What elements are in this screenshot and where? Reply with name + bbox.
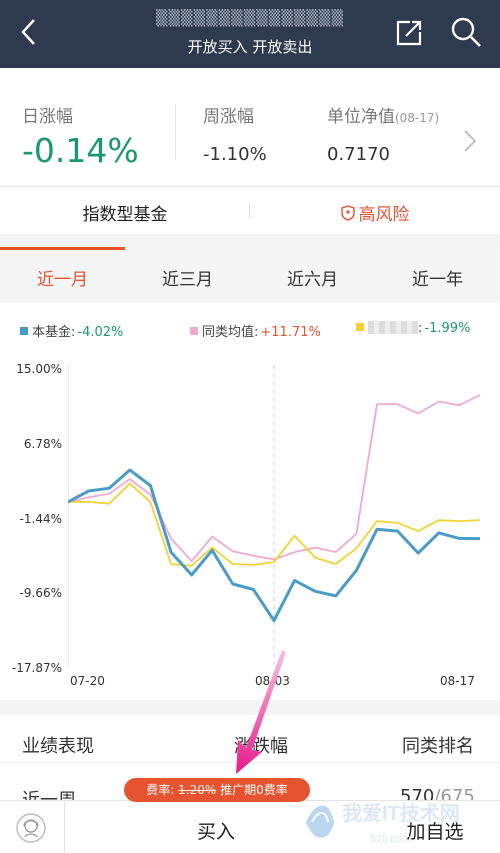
legend-value: +11.71%: [260, 325, 321, 340]
original-fee-rate: 1.20%: [178, 783, 217, 797]
x-tick-label: 07-20: [70, 674, 105, 688]
rank-header: 同类排名: [402, 736, 474, 757]
performance-header: 业绩表现: [22, 736, 94, 757]
daily-change-value: -0.14%: [22, 131, 139, 170]
nav-date: (08-17): [395, 111, 440, 125]
weekly-change-value: -1.10%: [203, 144, 267, 165]
fee-prefix: 费率:: [146, 783, 179, 797]
tab-1-year[interactable]: 近一年: [375, 265, 500, 290]
x-tick-label: 08-17: [440, 674, 475, 688]
tab-3-months[interactable]: 近三月: [125, 265, 250, 290]
blurred-index-name: [368, 321, 418, 334]
share-icon[interactable]: [394, 18, 424, 48]
tab-6-months[interactable]: 近六月: [250, 265, 375, 290]
legend-value: -4.02%: [77, 325, 124, 340]
weekly-change-label: 周涨幅: [203, 107, 254, 127]
legend-swatch: [356, 323, 364, 331]
svg-text:52ij.com: 52ij.com: [370, 833, 411, 845]
legend-swatch: [190, 327, 198, 335]
fund-tags: 指数型基金 高风险: [0, 186, 500, 234]
promo-fee-text: 推广期0费率: [216, 783, 288, 797]
y-tick-label: 15.00%: [16, 362, 62, 376]
y-tick-label: -17.87%: [11, 661, 62, 675]
tab-1-month[interactable]: 近一月: [0, 265, 125, 290]
annotation-arrow-icon: [236, 650, 286, 774]
legend-label: :: [418, 321, 423, 336]
fee-promo-badge: 费率: 1.20% 推广期0费率: [124, 778, 310, 802]
risk-level-tag[interactable]: 高风险: [250, 200, 500, 225]
nav-label: 单位净值(08-17): [327, 107, 440, 127]
watermark-logo: 我爱IT技术网 52ij.com: [306, 801, 460, 845]
divider: [64, 801, 65, 853]
legend-value: -1.99%: [424, 321, 471, 336]
legend-label: 同类均值:: [202, 325, 259, 340]
shield-icon: [340, 205, 355, 221]
chevron-right-icon[interactable]: [462, 128, 478, 154]
customer-service-icon[interactable]: [16, 813, 46, 843]
search-icon[interactable]: [450, 16, 482, 48]
daily-change-label: 日涨幅: [22, 107, 73, 127]
fund-stats-panel[interactable]: 日涨幅 -0.14% 周涨幅 -1.10% 单位净值(08-17) 0.7170: [0, 68, 500, 185]
active-tab-indicator: [0, 247, 125, 250]
fund-name: ▒▒▒▒▒▒▒▒▒▒▒▒▒▒▒: [155, 9, 345, 27]
divider: [175, 104, 176, 160]
fund-type-tag[interactable]: 指数型基金: [0, 200, 250, 225]
legend-fund: 本基金: -4.02%: [20, 321, 123, 340]
period-tabs: 近一月 近三月 近六月 近一年: [0, 247, 500, 303]
chart-plot-area[interactable]: [68, 365, 480, 665]
risk-level-label: 高风险: [358, 205, 410, 225]
top-navbar: ▒▒▒▒▒▒▒▒▒▒▒▒▒▒▒ 开放买入 开放卖出: [0, 0, 500, 68]
back-arrow-icon[interactable]: [14, 14, 44, 50]
legend-index: : -1.99%: [356, 321, 470, 336]
y-tick-label: -9.66%: [19, 586, 62, 600]
svg-text:我爱IT技术网: 我爱IT技术网: [342, 801, 460, 825]
trade-status: 开放买入 开放卖出: [187, 38, 313, 56]
y-tick-label: -1.44%: [19, 512, 62, 526]
legend-swatch: [20, 327, 28, 335]
legend-label: 本基金:: [32, 325, 76, 340]
legend-peer-average: 同类均值: +11.71%: [190, 321, 321, 340]
y-tick-label: 6.78%: [23, 437, 62, 451]
nav-value: 0.7170: [327, 144, 390, 165]
